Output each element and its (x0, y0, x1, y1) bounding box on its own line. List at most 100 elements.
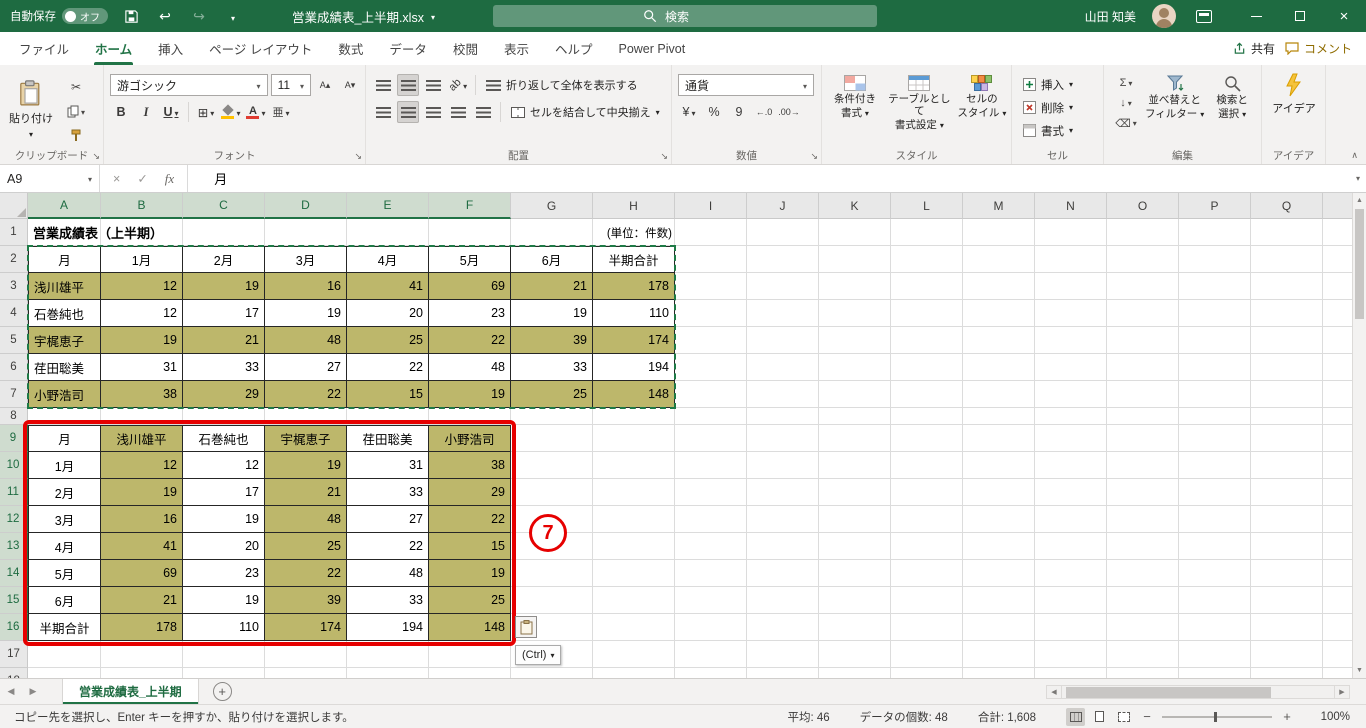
close-button[interactable]: × (1322, 0, 1366, 32)
accounting-format-button[interactable]: ¥ (678, 101, 700, 123)
ribbon-tab-3[interactable]: ページ レイアウト (196, 32, 325, 65)
cell-B6[interactable]: 31 (101, 354, 183, 381)
increase-font-button[interactable]: A▴ (314, 74, 336, 96)
normal-view-button[interactable] (1066, 707, 1085, 726)
row-header-3[interactable]: 3 (0, 273, 28, 300)
cell-G7[interactable]: 25 (511, 381, 593, 408)
cell-D5[interactable]: 48 (265, 327, 347, 354)
page-layout-view-button[interactable] (1090, 708, 1109, 726)
increase-decimal-button[interactable]: ←.0 (753, 101, 775, 123)
cell-C6[interactable]: 33 (183, 354, 265, 381)
cell-D4[interactable]: 19 (265, 300, 347, 327)
cell-C16[interactable]: 110 (183, 614, 265, 641)
row-header-16[interactable]: 16 (0, 614, 28, 641)
cell-C15[interactable]: 19 (183, 587, 265, 614)
cell-E5[interactable]: 25 (347, 327, 429, 354)
find-select-button[interactable]: 検索と 選択 (1207, 69, 1257, 120)
cell-B12[interactable]: 16 (101, 506, 183, 533)
ribbon-tab-8[interactable]: ヘルプ (542, 32, 606, 65)
italic-button[interactable]: I (135, 101, 157, 123)
cell-C13[interactable]: 20 (183, 533, 265, 560)
ribbon-display-options-icon[interactable] (1196, 9, 1212, 23)
cell-C12[interactable]: 19 (183, 506, 265, 533)
cell-C5[interactable]: 21 (183, 327, 265, 354)
new-sheet-button[interactable] (212, 682, 232, 701)
cell-F13[interactable]: 15 (429, 533, 511, 560)
phonetic-button[interactable]: 亜 (270, 101, 292, 123)
cancel-button[interactable]: × (113, 172, 120, 186)
ribbon-tab-0[interactable]: ファイル (6, 32, 82, 65)
cell-B7[interactable]: 38 (101, 381, 183, 408)
cell-E4[interactable]: 20 (347, 300, 429, 327)
ribbon-tab-9[interactable]: Power Pivot (605, 32, 698, 65)
cell-D16[interactable]: 174 (265, 614, 347, 641)
decrease-decimal-button[interactable]: .00→ (778, 101, 800, 123)
horizontal-scrollbar-thumb[interactable] (1066, 686, 1271, 698)
cell-D6[interactable]: 27 (265, 354, 347, 381)
cell-A16[interactable]: 半期合計 (28, 614, 101, 641)
cell-D9[interactable]: 宇梶恵子 (265, 425, 347, 452)
autosum-button[interactable]: Σ (1110, 74, 1142, 92)
cell-D7[interactable]: 22 (265, 381, 347, 408)
cell-A12[interactable]: 3月 (28, 506, 101, 533)
autosave-toggle[interactable]: 自動保存 オフ (10, 8, 108, 24)
decrease-indent-button[interactable] (447, 101, 469, 123)
cell-B13[interactable]: 41 (101, 533, 183, 560)
cell-B4[interactable]: 12 (101, 300, 183, 327)
sort-filter-button[interactable]: 並べ替えと フィルター (1145, 69, 1204, 120)
cell-A5[interactable]: 宇梶恵子 (28, 327, 101, 354)
row-header-5[interactable]: 5 (0, 327, 28, 354)
col-header-I[interactable]: I (675, 193, 747, 219)
number-dialog-launcher[interactable] (810, 151, 818, 162)
row-header-1[interactable]: 1 (0, 219, 28, 246)
paste-button[interactable]: 貼り付け (6, 76, 56, 140)
orientation-button[interactable]: ab (446, 74, 469, 96)
merge-center-button[interactable]: セルを結合して中央揃え (507, 101, 664, 123)
scroll-up-arrow-icon[interactable] (1353, 193, 1366, 208)
cell-F12[interactable]: 22 (429, 506, 511, 533)
cell-C11[interactable]: 17 (183, 479, 265, 506)
cell-A6[interactable]: 荏田聡美 (28, 354, 101, 381)
format-painter-button[interactable] (62, 124, 90, 146)
cell-B10[interactable]: 12 (101, 452, 183, 479)
col-header-E[interactable]: E (347, 193, 429, 219)
col-header-K[interactable]: K (819, 193, 891, 219)
row-header-17[interactable]: 17 (0, 641, 28, 668)
cell-F15[interactable]: 25 (429, 587, 511, 614)
col-header-C[interactable]: C (183, 193, 265, 219)
cell-B9[interactable]: 浅川雄平 (101, 425, 183, 452)
user-name[interactable]: 山田 知美 (1085, 8, 1136, 25)
horizontal-scrollbar-track[interactable] (1062, 684, 1334, 699)
page-break-view-button[interactable] (1114, 708, 1133, 726)
name-box[interactable]: A9 (0, 165, 100, 192)
number-format-select[interactable]: 通貨 (678, 74, 814, 96)
cell-A7[interactable]: 小野浩司 (28, 381, 101, 408)
ribbon-tab-5[interactable]: データ (376, 32, 440, 65)
cell-F10[interactable]: 38 (429, 452, 511, 479)
conditional-formatting-button[interactable]: 条件付き 書式 (828, 69, 882, 119)
font-name-select[interactable]: 游ゴシック (110, 74, 268, 96)
increase-indent-button[interactable] (472, 101, 494, 123)
row-header-2[interactable]: 2 (0, 246, 28, 273)
maximize-button[interactable] (1278, 0, 1322, 32)
cell-E9[interactable]: 荏田聡美 (347, 425, 429, 452)
cell-H6[interactable]: 194 (593, 354, 675, 381)
formula-content[interactable]: 月 (188, 169, 227, 188)
decrease-font-button[interactable]: A▾ (339, 74, 361, 96)
cell-C2[interactable]: 2月 (183, 246, 265, 273)
cell-D3[interactable]: 16 (265, 273, 347, 300)
row-header-4[interactable]: 4 (0, 300, 28, 327)
cell-E6[interactable]: 22 (347, 354, 429, 381)
row-header-15[interactable]: 15 (0, 587, 28, 614)
cell-F9[interactable]: 小野浩司 (429, 425, 511, 452)
cell-E16[interactable]: 194 (347, 614, 429, 641)
percent-style-button[interactable]: % (703, 101, 725, 123)
ribbon-tab-6[interactable]: 校閲 (440, 32, 491, 65)
scroll-left-arrow-icon[interactable] (1046, 684, 1062, 699)
cell-H5[interactable]: 174 (593, 327, 675, 354)
cell-D12[interactable]: 48 (265, 506, 347, 533)
cell-B5[interactable]: 19 (101, 327, 183, 354)
row-header-10[interactable]: 10 (0, 452, 28, 479)
search-box[interactable]: 検索 (493, 5, 877, 27)
delete-cells-button[interactable]: 削除 (1018, 97, 1099, 118)
